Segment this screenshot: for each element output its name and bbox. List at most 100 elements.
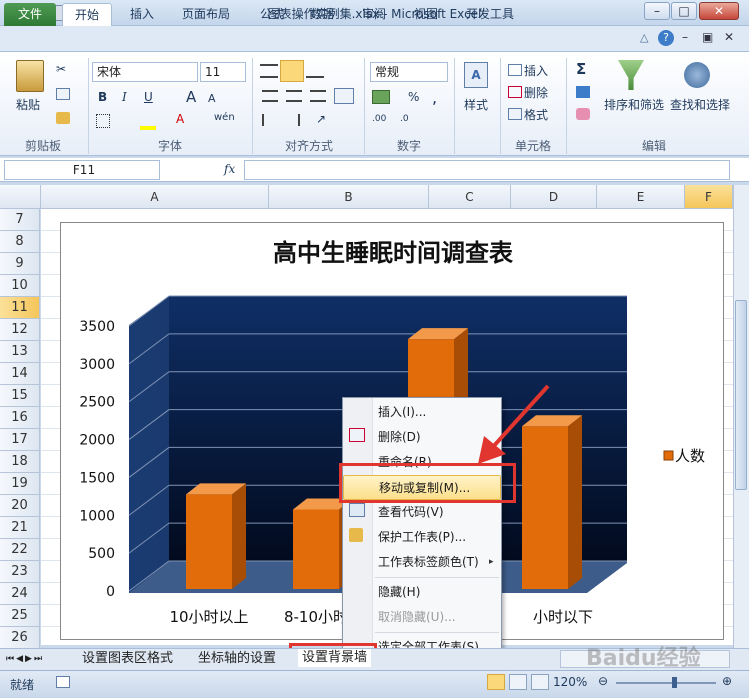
zoom-in-button[interactable]: ⊕ (722, 674, 732, 688)
comma-button[interactable]: , (432, 88, 437, 107)
tab-file[interactable]: 文件 (4, 3, 56, 26)
zoom-slider-thumb[interactable] (672, 677, 677, 688)
format-cells-button[interactable]: 格式 (524, 106, 548, 123)
paste-icon[interactable] (16, 60, 44, 92)
tab-review[interactable]: 审阅 (354, 3, 394, 26)
insert-cells-button[interactable]: 插入 (524, 62, 548, 79)
sheet-tab-background-wall[interactable]: 设置背景墙 (298, 649, 372, 667)
page-break-view-icon[interactable] (531, 674, 549, 690)
shrink-font-button[interactable]: A (208, 92, 216, 105)
zoom-level[interactable]: 120% (553, 675, 587, 689)
normal-view-icon[interactable] (487, 674, 505, 690)
bar[interactable] (293, 509, 339, 590)
insert-function-button[interactable]: fx (224, 162, 235, 176)
workbook-minimize-button[interactable]: – (682, 30, 688, 44)
row-header-25[interactable]: 25 (0, 605, 40, 627)
styles-button[interactable]: 样式 (464, 96, 488, 113)
menu-item-tab-color[interactable]: 工作表标签颜色(T) (343, 550, 501, 575)
align-bottom-icon[interactable] (306, 64, 324, 78)
fill-icon[interactable] (576, 86, 590, 98)
number-format-box[interactable]: 常规 (370, 62, 448, 82)
row-header-13[interactable]: 13 (0, 341, 40, 363)
percent-button[interactable]: % (408, 90, 419, 104)
row-header-9[interactable]: 9 (0, 253, 40, 275)
workbook-restore-button[interactable]: ▣ (702, 30, 713, 44)
help-icon[interactable]: ? (658, 30, 674, 46)
insert-cells-icon[interactable] (508, 64, 522, 76)
row-header-10[interactable]: 10 (0, 275, 40, 297)
bold-button[interactable]: B (98, 90, 107, 104)
macro-record-icon[interactable] (56, 676, 70, 688)
row-header-11[interactable]: 11 (0, 297, 40, 319)
row-header-21[interactable]: 21 (0, 517, 40, 539)
zoom-out-button[interactable]: ⊖ (598, 674, 608, 688)
merge-center-icon[interactable] (334, 88, 354, 104)
close-button[interactable]: ✕ (699, 2, 739, 20)
ribbon-collapse-icon[interactable]: △ (640, 31, 648, 44)
styles-icon[interactable]: A (464, 62, 488, 88)
tab-formulas[interactable]: 公式 (252, 3, 292, 26)
align-left-icon[interactable] (262, 90, 278, 102)
phonetic-button[interactable]: wén (214, 112, 235, 123)
column-header-c[interactable]: C (429, 185, 511, 209)
decrease-indent-icon[interactable] (262, 114, 276, 126)
sheet-tab-chart-area[interactable]: 设置图表区格式 (82, 650, 173, 668)
find-select-button[interactable]: 查找和选择 (670, 96, 730, 113)
sheet-nav-icon[interactable]: ⏮◀▶⏭ (6, 650, 44, 668)
format-painter-icon[interactable] (56, 112, 70, 124)
column-header-b[interactable]: B (269, 185, 429, 209)
vertical-scroll-thumb[interactable] (735, 300, 747, 490)
italic-button[interactable]: I (122, 90, 127, 104)
fill-color-icon[interactable] (140, 126, 156, 130)
row-header-23[interactable]: 23 (0, 561, 40, 583)
menu-item-protect-sheet[interactable]: 保护工作表(P)... (343, 525, 501, 550)
clear-icon[interactable] (576, 108, 590, 120)
row-header-16[interactable]: 16 (0, 407, 40, 429)
tab-data[interactable]: 数据 (302, 3, 342, 26)
row-header-20[interactable]: 20 (0, 495, 40, 517)
font-color-button[interactable]: A (176, 112, 184, 126)
column-header-f[interactable]: F (685, 185, 733, 209)
row-header-17[interactable]: 17 (0, 429, 40, 451)
delete-cells-button[interactable]: 删除 (524, 84, 548, 101)
align-top-icon[interactable] (260, 64, 278, 78)
workbook-close-button[interactable]: ✕ (724, 30, 734, 44)
paste-button[interactable]: 粘贴 (16, 96, 40, 113)
row-header-15[interactable]: 15 (0, 385, 40, 407)
font-name-box[interactable]: 宋体 (92, 62, 198, 82)
tab-insert[interactable]: 插入 (122, 3, 162, 26)
row-header-26[interactable]: 26 (0, 627, 40, 649)
select-all-corner[interactable] (0, 185, 41, 209)
underline-button[interactable]: U (144, 90, 153, 104)
row-header-12[interactable]: 12 (0, 319, 40, 341)
row-header-24[interactable]: 24 (0, 583, 40, 605)
increase-indent-icon[interactable] (286, 114, 300, 126)
autosum-button[interactable]: Σ (576, 60, 586, 78)
row-header-18[interactable]: 18 (0, 451, 40, 473)
copy-icon[interactable] (56, 88, 70, 100)
tab-page-layout[interactable]: 页面布局 (174, 3, 238, 26)
maximize-button[interactable]: □ (671, 2, 697, 20)
grow-font-button[interactable]: A (186, 88, 196, 106)
align-center-icon[interactable] (286, 90, 302, 102)
name-box[interactable]: F11 (4, 160, 160, 180)
row-header-14[interactable]: 14 (0, 363, 40, 385)
bar[interactable] (186, 494, 232, 589)
align-right-icon[interactable] (310, 90, 326, 102)
column-header-e[interactable]: E (597, 185, 685, 209)
page-layout-view-icon[interactable] (509, 674, 527, 690)
minimize-button[interactable]: – (644, 2, 670, 20)
tab-developer[interactable]: 开发工具 (458, 3, 522, 26)
decrease-decimal-icon[interactable]: .0 (400, 114, 409, 124)
sort-filter-button[interactable]: 排序和筛选 (604, 96, 664, 113)
row-header-22[interactable]: 22 (0, 539, 40, 561)
format-cells-icon[interactable] (508, 108, 522, 120)
cut-icon[interactable]: ✂ (56, 62, 66, 76)
formula-input[interactable] (244, 160, 730, 180)
orientation-icon[interactable]: ↗ (316, 112, 326, 126)
align-middle-icon[interactable] (280, 60, 304, 82)
zoom-slider-track[interactable] (616, 682, 716, 684)
delete-cells-icon[interactable] (508, 86, 522, 98)
currency-icon[interactable] (372, 90, 390, 104)
row-header-7[interactable]: 7 (0, 209, 40, 231)
